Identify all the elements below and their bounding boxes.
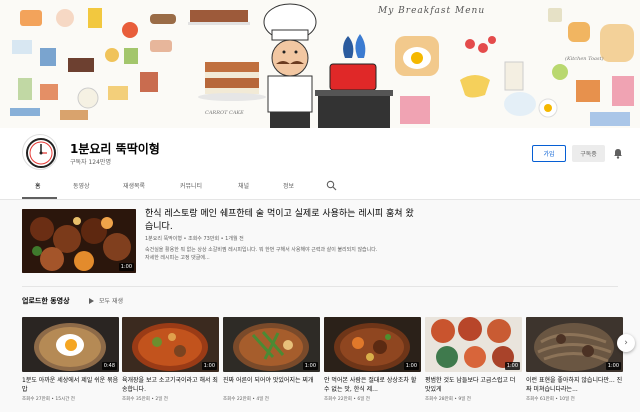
- chevron-right-icon: ›: [624, 338, 628, 348]
- video-meta: 조회수 22만회 • 4일 전: [223, 397, 269, 402]
- video-thumbnail[interactable]: 1:00: [122, 317, 219, 372]
- tab-playlists[interactable]: 재생목록: [123, 181, 145, 190]
- banner-caption-cake: CARROT CAKE: [205, 110, 244, 116]
- video-thumbnail[interactable]: 1:00: [526, 317, 623, 372]
- featured-video-meta: 1분요리 뚝딱이형 • 조회수 73만회 • 1개월 전: [145, 236, 244, 242]
- tab-channels[interactable]: 채널: [238, 181, 249, 190]
- video-thumbnail[interactable]: 1:00: [425, 317, 522, 372]
- video-duration: 1:00: [403, 362, 419, 370]
- channel-banner: My Breakfast Menu (Kitchen Toast) CARROT…: [0, 0, 640, 128]
- video-title[interactable]: 평범한 것도 남들보다 고급스럽고 더 맛있게: [425, 376, 522, 394]
- bell-icon[interactable]: [613, 148, 623, 159]
- video-card[interactable]: 1:00 평범한 것도 남들보다 고급스럽고 더 맛있게 조회수 28만회 • …: [425, 317, 522, 402]
- play-all-label: 모두 재생: [99, 298, 123, 305]
- video-duration: 1:00: [201, 362, 217, 370]
- active-tab-indicator: [22, 197, 57, 199]
- video-title[interactable]: 육개장을 보고 소고기국이라고 해서 죄송합니다.: [122, 376, 219, 394]
- video-thumbnail[interactable]: 1:00: [324, 317, 421, 372]
- tab-about[interactable]: 정보: [283, 181, 294, 190]
- search-icon[interactable]: [326, 180, 337, 191]
- featured-desc-line1: 숙건실을 활용한 뭐 없는 상상 소갈비찜 레시피입니다. 뭐 한번 구해서 사…: [145, 247, 378, 253]
- subscribed-button[interactable]: 구독중: [572, 145, 605, 162]
- play-all-button[interactable]: 모두 재생: [89, 296, 123, 305]
- video-meta: 조회수 61만회 • 10일 전: [526, 397, 575, 402]
- video-title[interactable]: 이런 표현을 좋아하지 않습니다만... 진짜 미쳐습니다라는...: [526, 376, 623, 394]
- video-card[interactable]: 0:48 1분도 아까운 세상에서 제일 쉬운 볶음밥 조회수 27만회 • 1…: [22, 317, 119, 402]
- video-card[interactable]: 1:00 이런 표현을 좋아하지 않습니다만... 진짜 미쳐습니다라는... …: [526, 317, 623, 402]
- banner-illustration: [10, 3, 634, 128]
- play-icon: [89, 297, 94, 304]
- featured-video-description: 숙건실을 활용한 뭐 없는 상상 소갈비찜 레시피입니다. 뭐 한번 구해서 사…: [145, 246, 435, 262]
- subscriber-count: 구독자 124만명: [70, 159, 111, 166]
- next-arrow-button[interactable]: ›: [617, 334, 635, 352]
- section-divider: [22, 286, 618, 287]
- featured-video-thumbnail[interactable]: 1:00: [22, 209, 136, 273]
- video-duration: 0:48: [101, 362, 117, 370]
- video-card[interactable]: 1:00 육개장을 보고 소고기국이라고 해서 죄송합니다. 조회수 35만회 …: [122, 317, 219, 402]
- banner-caption-toast: (Kitchen Toast): [565, 56, 604, 62]
- video-meta: 조회수 28만회 • 9일 전: [425, 397, 471, 402]
- channel-name: 1분요리 뚝딱이형: [70, 142, 160, 156]
- tab-community[interactable]: 커뮤니티: [180, 181, 202, 190]
- video-duration: 1:00: [605, 362, 621, 370]
- video-thumbnail[interactable]: 0:48: [22, 317, 119, 372]
- video-thumbnail[interactable]: 1:00: [223, 317, 320, 372]
- video-title[interactable]: 1분도 아까운 세상에서 제일 쉬운 볶음밥: [22, 376, 119, 394]
- tab-videos[interactable]: 동영상: [73, 181, 90, 190]
- featured-video-title[interactable]: 한식 레스토랑 메인 쉐프한테 술 먹이고 실제로 사용하는 레시피 훔쳐 왔습…: [145, 208, 420, 234]
- video-duration: 1:00: [302, 362, 318, 370]
- join-button[interactable]: 가입: [532, 145, 566, 162]
- video-meta: 조회수 22만회 • 6일 전: [324, 397, 370, 402]
- video-duration: 1:00: [504, 362, 520, 370]
- featured-duration: 1:00: [118, 263, 134, 271]
- video-meta: 조회수 27만회 • 15시간 전: [22, 397, 75, 402]
- channel-tabs: [0, 174, 640, 200]
- video-meta: 조회수 35만회 • 2일 전: [122, 397, 168, 402]
- banner-headline: My Breakfast Menu: [378, 6, 486, 16]
- video-title[interactable]: 안 먹어본 사람은 절대로 상상조차 할 수 없는 맛, 한식 제...: [324, 376, 421, 394]
- video-card[interactable]: 1:00 안 먹어본 사람은 절대로 상상조차 할 수 없는 맛, 한식 제..…: [324, 317, 421, 402]
- uploads-section-title[interactable]: 업로드한 동영상: [22, 296, 70, 306]
- video-card[interactable]: 1:00 진짜 어른이 되어야 맛있어지는 찌개 조회수 22만회 • 4일 전: [223, 317, 320, 402]
- channel-avatar[interactable]: [22, 134, 58, 170]
- featured-desc-line2: 자세한 레시피는 고정 댓글에...: [145, 255, 210, 261]
- tab-home[interactable]: 홈: [35, 181, 41, 190]
- video-title[interactable]: 진짜 어른이 되어야 맛있어지는 찌개: [223, 376, 320, 394]
